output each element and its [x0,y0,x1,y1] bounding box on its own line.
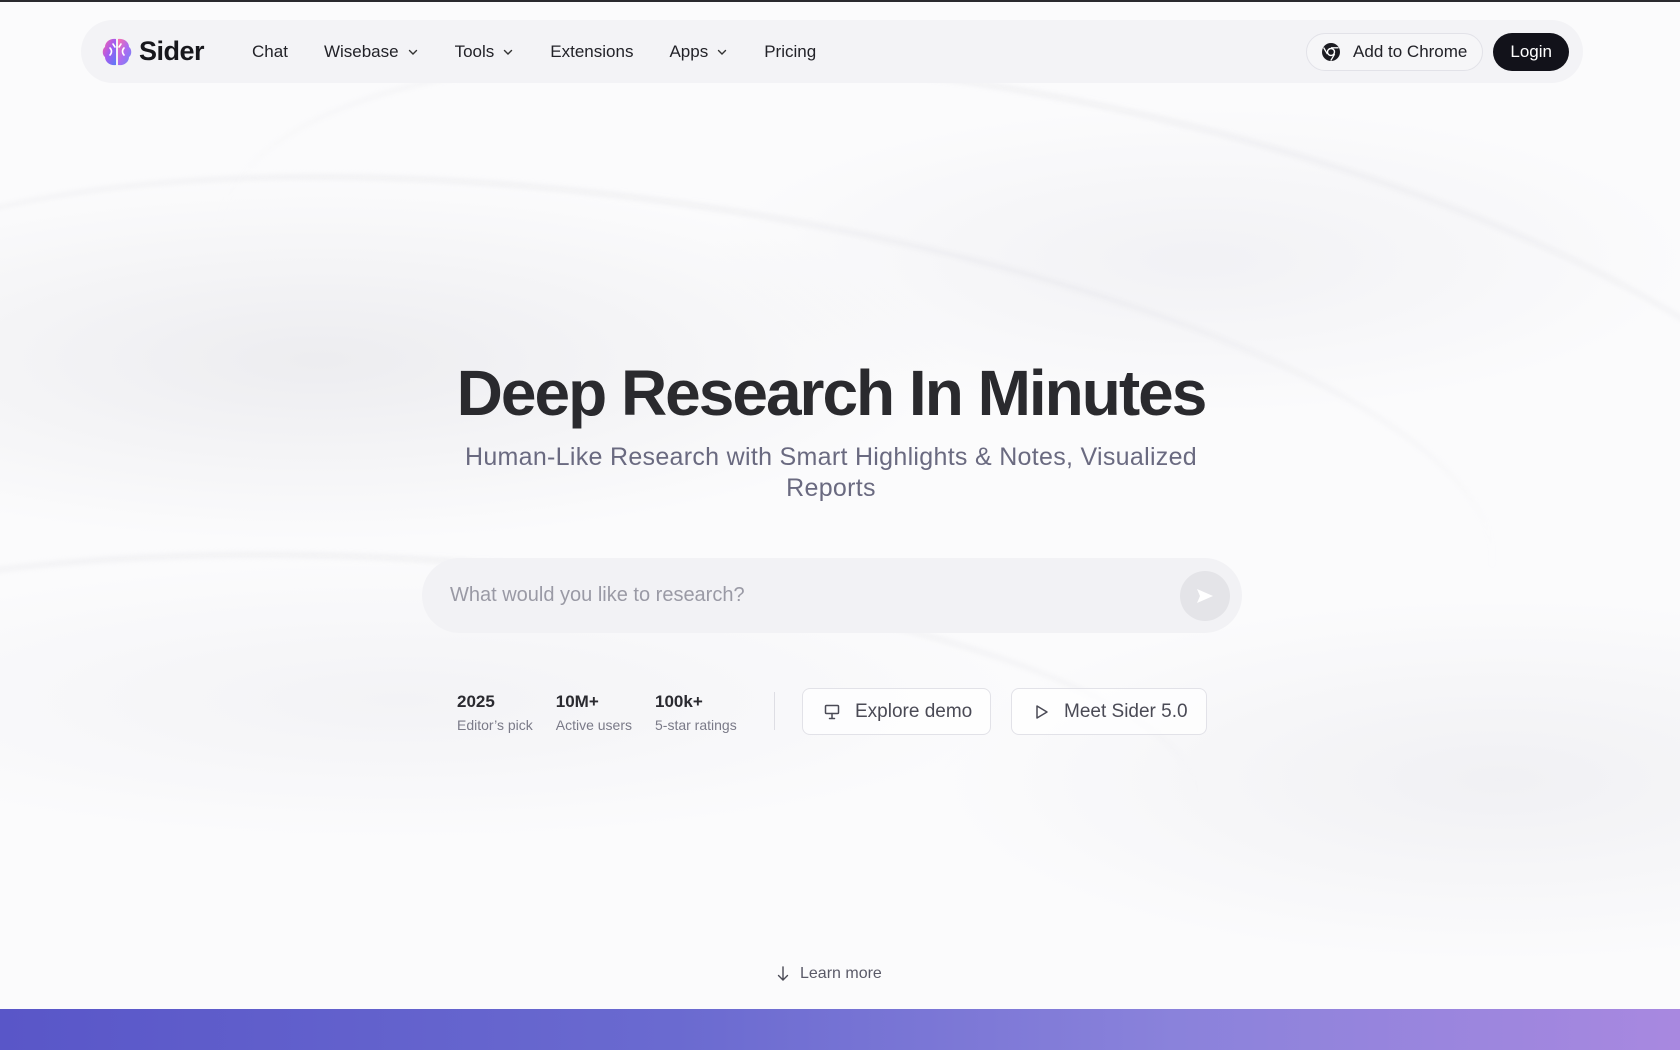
research-input[interactable] [450,584,1180,607]
stat-value: 2025 [457,692,495,711]
stat-label: 5-star ratings [655,717,737,733]
arrow-down-icon [777,966,789,981]
learn-more-link[interactable]: Learn more [776,965,882,983]
nav-item-label: Extensions [550,41,634,61]
add-to-chrome-button[interactable]: Add to Chrome [1306,32,1484,71]
nav-item-label: Apps [669,41,709,61]
send-icon [1197,588,1213,603]
brand[interactable]: Sider [101,36,205,68]
research-search-box [422,558,1242,633]
stat-editors-pick: 2025 Editor’s pick [457,692,533,734]
presentation-icon [824,704,840,719]
stat-ratings: 100k+ 5-star ratings [655,692,737,734]
window-top-border [0,0,1680,2]
nav-item-label: Pricing [764,41,817,61]
stats-divider [774,692,775,730]
stat-label: Editor’s pick [457,717,533,733]
meet-sider-button[interactable]: Meet Sider 5.0 [1011,688,1207,735]
top-navbar: Sider Chat Wisebase Tools Extensions App… [81,20,1583,83]
nav-item-tools[interactable]: Tools [437,32,533,72]
nav-menu: Chat Wisebase Tools Extensions Apps Pric… [234,32,834,72]
brain-logo-icon [102,38,132,65]
login-button[interactable]: Login [1493,32,1569,71]
add-to-chrome-label: Add to Chrome [1353,41,1468,61]
chevron-down-icon [504,49,513,55]
login-label: Login [1510,41,1552,61]
chevron-down-icon [718,49,727,55]
nav-item-wisebase[interactable]: Wisebase [306,32,437,72]
page: Sider Chat Wisebase Tools Extensions App… [0,0,1680,1050]
hero-subtitle: Human-Like Research with Smart Highlight… [464,443,1198,502]
stat-label: Active users [555,717,632,733]
explore-demo-label: Explore demo [855,700,973,722]
hero-title: Deep Research In Minutes [456,357,1208,429]
learn-more-label: Learn more [800,965,882,982]
play-icon [1036,704,1048,719]
nav-item-pricing[interactable]: Pricing [746,32,834,72]
chrome-icon [1322,42,1341,61]
nav-item-label: Chat [252,41,288,61]
nav-item-label: Wisebase [323,41,399,61]
brand-name: Sider [139,36,205,66]
meet-sider-label: Meet Sider 5.0 [1064,700,1188,722]
stat-value: 100k+ [655,692,703,711]
stat-active-users: 10M+ Active users [556,692,632,734]
chevron-down-icon [408,49,417,55]
gradient-section-band [0,1009,1680,1050]
nav-item-apps[interactable]: Apps [651,32,746,72]
stat-value: 10M+ [555,692,599,711]
stats-row: 2025 Editor’s pick 10M+ Active users 100… [457,692,760,734]
send-button[interactable] [1180,570,1230,621]
explore-demo-button[interactable]: Explore demo [802,688,992,735]
nav-item-chat[interactable]: Chat [234,32,306,72]
nav-item-label: Tools [454,41,495,61]
nav-actions: Add to Chrome Login [1306,32,1569,71]
nav-item-extensions[interactable]: Extensions [532,32,651,72]
